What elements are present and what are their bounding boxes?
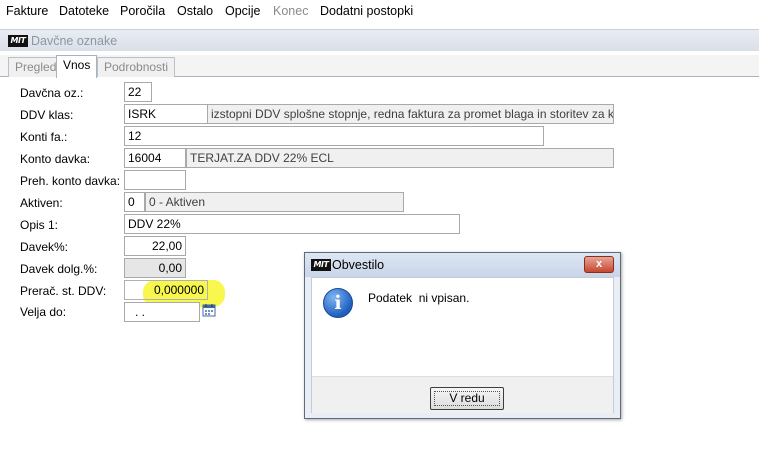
label-davek-dolg: Davek dolg.%: (20, 262, 98, 276)
dialog-body: i Podatek ni vpisan. V redu (311, 277, 614, 413)
konti-fa-input[interactable]: 12 (124, 126, 544, 146)
window-title-bar: MIT Davčne oznake (0, 29, 759, 51)
davcna-oz-input[interactable]: 22 (124, 82, 152, 102)
menu-konec: Konec (273, 4, 309, 18)
info-dialog: MIT Obvestilo x i Podatek ni vpisan. V r… (304, 252, 621, 419)
ok-button-label: V redu (449, 391, 485, 405)
velja-do-input[interactable]: . . (124, 302, 200, 322)
preh-konto-davka-input[interactable] (124, 170, 186, 190)
tab-bar: Pregled Vnos Podrobnosti (0, 55, 759, 78)
ddv-klas-description: izstopni DDV splošne stopnje, redna fakt… (207, 104, 614, 124)
dialog-title: Obvestilo (332, 258, 385, 272)
info-icon: i (323, 288, 353, 318)
app-logo: MIT (8, 35, 28, 47)
davek-input[interactable]: 22,00 (124, 236, 186, 256)
konto-davka-description: TERJAT.ZA DDV 22% ECL (186, 148, 614, 168)
menu-fakture[interactable]: Fakture (6, 4, 48, 18)
menu-porocila[interactable]: Poročila (120, 4, 165, 18)
label-konti-fa: Konti fa.: (20, 130, 68, 144)
tab-podrobnosti[interactable]: Podrobnosti (97, 57, 176, 77)
label-preh-konto-davka: Preh. konto davka: (20, 174, 121, 188)
davek-dolg-input[interactable]: 0,00 (124, 258, 186, 278)
opis1-input[interactable]: DDV 22% (124, 214, 460, 234)
tab-vnos[interactable]: Vnos (56, 55, 98, 78)
menu-datoteke[interactable]: Datoteke (59, 4, 109, 18)
close-button[interactable]: x (584, 256, 614, 273)
menu-opcije[interactable]: Opcije (225, 4, 260, 18)
dialog-footer: V redu (312, 376, 613, 413)
label-velja-do: Velja do: (20, 305, 67, 319)
menu-dodatni-postopki[interactable]: Dodatni postopki (320, 4, 413, 18)
label-davcna-oz: Davčna oz.: (20, 86, 84, 100)
aktiven-input[interactable]: 0 (124, 192, 145, 212)
dialog-message: Podatek ni vpisan. (368, 291, 470, 305)
label-opis1: Opis 1: (20, 218, 59, 232)
label-ddv-klas: DDV klas: (20, 108, 74, 122)
label-davek: Davek%: (20, 240, 69, 254)
calendar-icon[interactable] (202, 303, 216, 317)
ok-button[interactable]: V redu (430, 387, 504, 410)
menu-bar: Fakture Datoteke Poročila Ostalo Opcije … (0, 0, 759, 22)
menu-ostalo[interactable]: Ostalo (177, 4, 213, 18)
dialog-title-bar[interactable]: MIT Obvestilo x (305, 253, 620, 277)
aktiven-description: 0 - Aktiven (145, 192, 404, 212)
label-prerac-st-ddv: Prerač. st. DDV: (20, 284, 107, 298)
prerac-st-ddv-input: 0,000000 (124, 280, 208, 300)
dialog-logo: MIT (311, 259, 331, 271)
konto-davka-input[interactable]: 16004 (124, 148, 186, 168)
window-title: Davčne oznake (31, 34, 118, 48)
label-aktiven: Aktiven: (20, 196, 63, 210)
ddv-klas-input[interactable]: ISRK (124, 104, 208, 124)
label-konto-davka: Konto davka: (20, 152, 91, 166)
